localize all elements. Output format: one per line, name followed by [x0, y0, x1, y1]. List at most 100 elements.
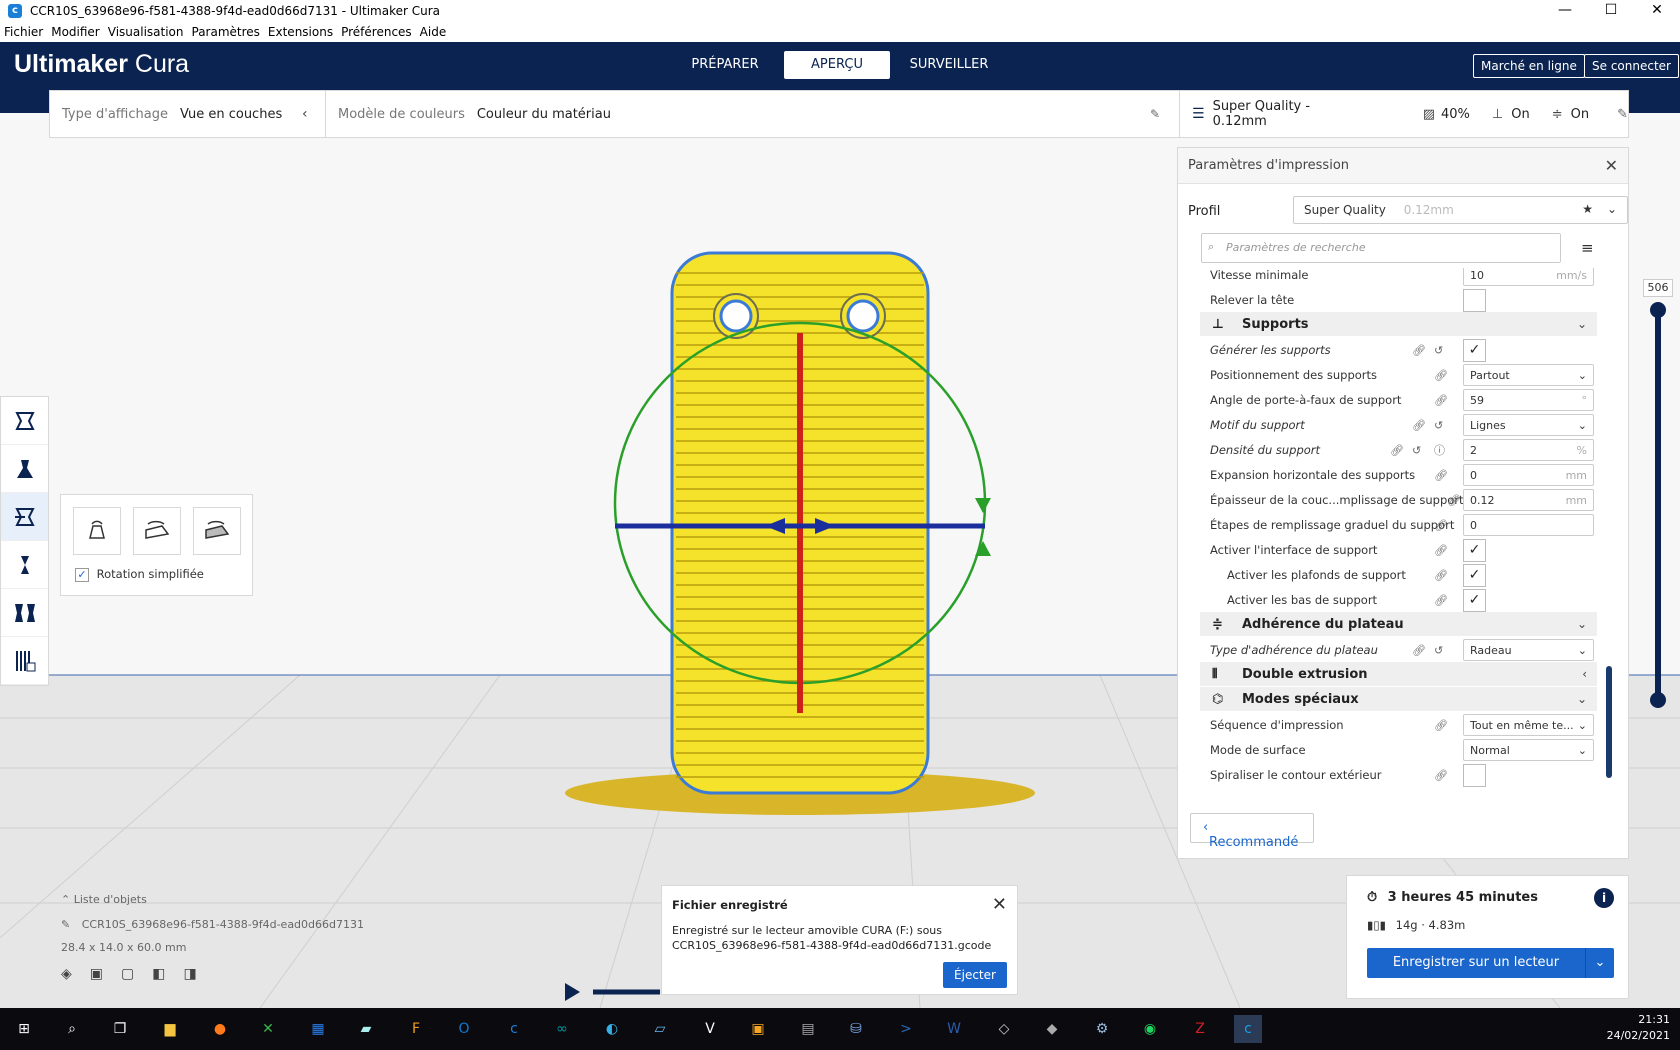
reset-icon[interactable]: ↺	[1434, 344, 1443, 357]
filezilla-icon[interactable]: Z	[1186, 1015, 1214, 1043]
setting-checkbox[interactable]: ✓	[1463, 563, 1486, 587]
windows-start-icon[interactable]: ⊞	[10, 1015, 38, 1043]
fusion-icon[interactable]: F	[402, 1015, 430, 1043]
setting-value-field[interactable]: 59 °	[1463, 389, 1594, 411]
setting-checkbox[interactable]: ✓	[1463, 588, 1486, 612]
spotify-icon[interactable]: ◉	[1136, 1015, 1164, 1043]
menu-help[interactable]: Aide	[420, 25, 447, 39]
menu-file[interactable]: Fichier	[4, 25, 43, 39]
menu-edit[interactable]: Modifier	[51, 25, 100, 39]
settings-menu-icon[interactable]: ≡	[1581, 239, 1594, 257]
network-icon[interactable]: ⛁	[842, 1015, 870, 1043]
settings-list[interactable]: Vitesse minimale 10 mm/s Relever la tête …	[1200, 268, 1597, 798]
taskbar-clock[interactable]: 21:31 24/02/2021	[1607, 1012, 1670, 1044]
layer-number-label[interactable]: 506	[1643, 279, 1673, 297]
recommended-button[interactable]: ‹ Recommandé	[1190, 813, 1314, 850]
chevron-left-icon[interactable]: ‹	[302, 106, 308, 122]
select-face-button[interactable]	[193, 507, 241, 555]
category-dual-extrusion[interactable]: ⫴ Double extrusion ‹	[1200, 662, 1597, 686]
profile-select[interactable]: Super Quality 0.12mm ★ ⌄	[1293, 196, 1628, 224]
rotate-tool-button[interactable]	[1, 493, 48, 541]
setting-value-field[interactable]: 0 mm	[1463, 464, 1594, 486]
settings-search-input[interactable]: ⌕ Paramètres de recherche	[1201, 233, 1561, 263]
color-scheme-selector[interactable]: Modèle de couleurs Couleur du matériau ✎	[326, 90, 1179, 138]
category-supports[interactable]: ⊥ Supports ⌄	[1200, 312, 1597, 336]
app-icon[interactable]: ▣	[744, 1015, 772, 1043]
settings-scrollbar[interactable]	[1606, 666, 1612, 778]
word-icon[interactable]: W	[940, 1015, 968, 1043]
object-list-toggle[interactable]: ⌃ Liste d'objets	[61, 893, 364, 906]
close-icon[interactable]: ✕	[1605, 156, 1618, 175]
marketplace-button[interactable]: Marché en ligne	[1473, 54, 1585, 78]
xmind-icon[interactable]: ✕	[254, 1015, 282, 1043]
inkscape-icon[interactable]: ◆	[1038, 1015, 1066, 1043]
per-model-settings-button[interactable]	[1, 589, 48, 637]
powershell-icon[interactable]: >	[892, 1015, 920, 1043]
vnc-icon[interactable]: V	[696, 1015, 724, 1043]
menu-settings[interactable]: Paramètres	[192, 25, 260, 39]
setting-value-field[interactable]: 0	[1463, 514, 1594, 536]
setting-select[interactable]: Tout en même te... ⌄	[1463, 714, 1594, 736]
virtualbox-icon[interactable]: ◇	[990, 1015, 1018, 1043]
arduino-icon[interactable]: ∞	[548, 1015, 576, 1043]
setting-value-field[interactable]: 10 mm/s	[1463, 268, 1594, 286]
snap-rotation-option[interactable]: ✓ Rotation simplifiée	[75, 567, 204, 582]
category-special-modes[interactable]: ⌬ Modes spéciaux ⌄	[1200, 687, 1597, 711]
setting-checkbox[interactable]	[1463, 288, 1486, 312]
cura-active-icon[interactable]: c	[1234, 1015, 1262, 1043]
support-blocker-button[interactable]	[1, 637, 48, 685]
outlook-icon[interactable]: O	[450, 1015, 478, 1043]
setting-select[interactable]: Partout ⌄	[1463, 364, 1594, 386]
setting-checkbox[interactable]: ✓	[1463, 338, 1486, 362]
scale-tool-button[interactable]	[1, 445, 48, 493]
layer-slider-top-handle[interactable]	[1650, 302, 1666, 318]
setting-value-field[interactable]: 0.12 mm	[1463, 489, 1594, 511]
star-icon[interactable]: ★	[1582, 202, 1593, 216]
camera-view-buttons[interactable]: ◈▣▢◧◨	[61, 966, 364, 982]
snap-rotation-checkbox[interactable]: ✓	[75, 567, 89, 582]
network-tool-icon[interactable]: ⚙	[1088, 1015, 1116, 1043]
firefox-icon[interactable]: ●	[206, 1015, 234, 1043]
app-icon[interactable]: ▱	[646, 1015, 674, 1043]
tab-preview[interactable]: APERÇU	[784, 51, 890, 79]
category-build-plate-adhesion[interactable]: ≑ Adhérence du plateau ⌄	[1200, 612, 1597, 636]
calculator-icon[interactable]: ▤	[794, 1015, 822, 1043]
menu-preferences[interactable]: Préférences	[341, 25, 412, 39]
close-window-button[interactable]: ✕	[1634, 0, 1680, 22]
task-view-icon[interactable]: ❐	[106, 1015, 134, 1043]
menu-extensions[interactable]: Extensions	[268, 25, 333, 39]
move-tool-button[interactable]	[1, 397, 48, 445]
file-explorer-icon[interactable]: ▆	[156, 1015, 184, 1043]
setting-select[interactable]: Lignes ⌄	[1463, 414, 1594, 436]
chevron-down-icon[interactable]: ⌄	[1586, 948, 1614, 978]
tab-prepare[interactable]: PRÉPARER	[672, 51, 778, 79]
tab-monitor[interactable]: SURVEILLER	[896, 51, 1002, 79]
setting-checkbox[interactable]	[1463, 763, 1486, 787]
cura-taskbar-icon[interactable]: c	[500, 1015, 528, 1043]
setting-value-field[interactable]: 2%	[1463, 439, 1594, 461]
pencil-icon[interactable]: ✎	[61, 918, 70, 931]
layer-slider-track[interactable]	[1655, 303, 1661, 701]
reset-rotation-button[interactable]	[73, 507, 121, 555]
close-icon[interactable]: ✕	[992, 894, 1007, 915]
reset-icon[interactable]: ↺	[1434, 419, 1443, 432]
menu-view[interactable]: Visualisation	[108, 25, 184, 39]
eject-button[interactable]: Éjecter	[943, 962, 1007, 988]
info-icon[interactable]: i	[1594, 888, 1614, 908]
setting-checkbox[interactable]: ✓	[1463, 538, 1486, 562]
maximize-button[interactable]: ☐	[1588, 0, 1634, 22]
notes-icon[interactable]: ▰	[352, 1015, 380, 1043]
minimize-button[interactable]: —	[1542, 0, 1588, 22]
view-type-selector[interactable]: Type d'affichage Vue en couches ‹	[50, 90, 326, 138]
setting-select[interactable]: Normal ⌄	[1463, 739, 1594, 761]
search-icon[interactable]: ⌕	[58, 1015, 86, 1043]
reset-icon[interactable]: ↺	[1434, 644, 1443, 657]
calculator-app-icon[interactable]: ▦	[304, 1015, 332, 1043]
mirror-tool-button[interactable]	[1, 541, 48, 589]
edge-icon[interactable]: ◐	[598, 1015, 626, 1043]
print-setup-summary[interactable]: ☰ Super Quality - 0.12mm ▨ 40% ⊥ On ≑ On…	[1179, 90, 1629, 138]
save-to-removable-button[interactable]: Enregistrer sur un lecteur amovible ⌄	[1367, 948, 1614, 1000]
sign-in-button[interactable]: Se connecter	[1584, 54, 1679, 78]
reset-icon[interactable]: ↺	[1412, 444, 1421, 457]
setting-select[interactable]: Radeau ⌄	[1463, 639, 1594, 661]
